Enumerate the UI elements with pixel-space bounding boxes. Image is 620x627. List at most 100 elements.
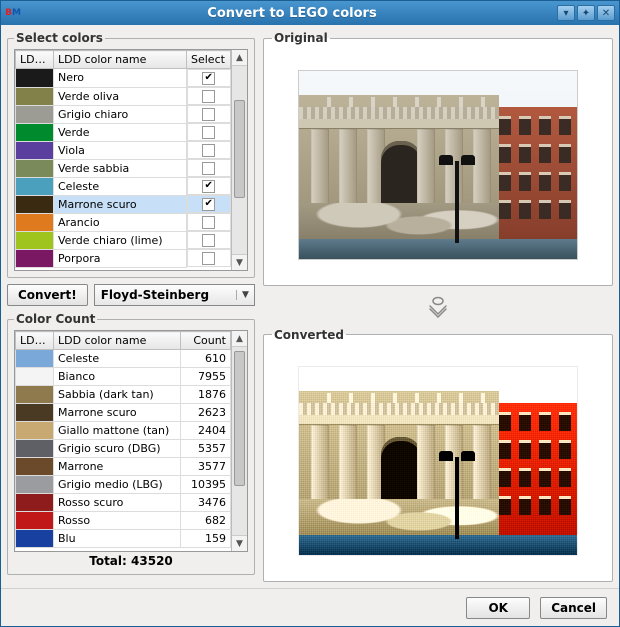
scroll-down-icon[interactable]: ▼ — [232, 254, 247, 270]
table-row[interactable]: Sabbia (dark tan)1876 — [16, 386, 231, 404]
color-name: Marrone scuro — [54, 404, 181, 422]
color-name: Marrone — [54, 458, 181, 476]
convert-button[interactable]: Convert! — [7, 284, 88, 306]
converted-box: Converted — [263, 328, 613, 583]
color-name: Rosso — [54, 512, 181, 530]
color-name: Giallo mattone (tan) — [54, 422, 181, 440]
color-swatch — [16, 105, 54, 123]
color-swatch — [16, 530, 54, 548]
table-row[interactable]: Grigio medio (LBG)10395 — [16, 476, 231, 494]
down-arrow-icon — [263, 294, 613, 320]
close-button[interactable]: ✕ — [597, 5, 615, 21]
color-swatch — [16, 195, 54, 213]
color-name: Verde chiaro (lime) — [54, 231, 187, 249]
ok-button[interactable]: OK — [466, 597, 530, 619]
scroll-down-icon[interactable]: ▼ — [232, 535, 247, 551]
col-ldd[interactable]: LDD... — [16, 332, 54, 350]
select-colors-table[interactable]: LDD ... LDD color name Select Nero✔Verde… — [15, 50, 231, 268]
color-swatch — [16, 494, 54, 512]
window-title: Convert to LEGO colors — [27, 6, 557, 21]
select-checkbox[interactable]: ✔ — [187, 195, 231, 213]
color-name: Blu — [54, 530, 181, 548]
select-checkbox[interactable] — [187, 249, 231, 267]
color-count-table[interactable]: LDD... LDD color name Count Celeste610Bi… — [15, 331, 231, 548]
scroll-up-icon[interactable]: ▲ — [232, 50, 247, 66]
col-name[interactable]: LDD color name — [54, 51, 187, 69]
table-row[interactable]: Rosso682 — [16, 512, 231, 530]
color-name: Nero — [54, 69, 187, 88]
color-swatch — [16, 69, 54, 88]
table-row[interactable]: Grigio scuro (DBG)5357 — [16, 440, 231, 458]
scrollbar[interactable]: ▲ ▼ — [231, 331, 247, 551]
table-row[interactable]: Rosso scuro3476 — [16, 494, 231, 512]
color-swatch — [16, 213, 54, 231]
original-label: Original — [272, 31, 330, 45]
select-checkbox[interactable]: ✔ — [187, 69, 231, 87]
color-count: 682 — [181, 512, 231, 530]
table-row[interactable]: Grigio chiaro — [16, 105, 231, 123]
titlebar[interactable]: BM Convert to LEGO colors ▾ ✦ ✕ — [1, 1, 619, 25]
select-checkbox[interactable] — [187, 141, 231, 159]
select-checkbox[interactable] — [187, 105, 231, 123]
table-row[interactable]: Marrone scuro✔ — [16, 195, 231, 213]
color-name: Celeste — [54, 177, 187, 195]
color-name: Celeste — [54, 350, 181, 368]
cancel-button[interactable]: Cancel — [540, 597, 607, 619]
table-row[interactable]: Giallo mattone (tan)2404 — [16, 422, 231, 440]
chevron-down-icon: ▼ — [236, 290, 254, 300]
color-count: 5357 — [181, 440, 231, 458]
table-row[interactable]: Verde chiaro (lime) — [16, 231, 231, 249]
color-name: Grigio scuro (DBG) — [54, 440, 181, 458]
color-name: Sabbia (dark tan) — [54, 386, 181, 404]
color-count: 2623 — [181, 404, 231, 422]
color-name: Marrone scuro — [54, 195, 187, 213]
select-colors-group: Select colors LDD ... LDD color name Sel… — [7, 31, 255, 278]
color-name: Bianco — [54, 368, 181, 386]
table-row[interactable]: Verde sabbia — [16, 159, 231, 177]
table-row[interactable]: Celeste610 — [16, 350, 231, 368]
dither-select[interactable]: Floyd-Steinberg ▼ — [94, 284, 255, 306]
table-row[interactable]: Viola — [16, 141, 231, 159]
color-count: 3577 — [181, 458, 231, 476]
col-select[interactable]: Select — [187, 51, 231, 69]
maximize-button[interactable]: ✦ — [577, 5, 595, 21]
table-row[interactable]: Marrone3577 — [16, 458, 231, 476]
color-name: Grigio medio (LBG) — [54, 476, 181, 494]
color-swatch — [16, 440, 54, 458]
table-row[interactable]: Verde — [16, 123, 231, 141]
table-row[interactable]: Blu159 — [16, 530, 231, 548]
color-name: Arancio — [54, 213, 187, 231]
table-row[interactable]: Marrone scuro2623 — [16, 404, 231, 422]
color-swatch — [16, 159, 54, 177]
col-count[interactable]: Count — [181, 332, 231, 350]
original-image — [298, 70, 578, 260]
table-row[interactable]: Nero✔ — [16, 69, 231, 88]
select-colors-legend: Select colors — [14, 31, 105, 45]
select-checkbox[interactable] — [187, 213, 231, 231]
select-checkbox[interactable] — [187, 87, 231, 105]
color-swatch — [16, 249, 54, 267]
color-name: Porpora — [54, 249, 187, 267]
select-checkbox[interactable]: ✔ — [187, 177, 231, 195]
col-ldd[interactable]: LDD ... — [16, 51, 54, 69]
select-checkbox[interactable] — [187, 123, 231, 141]
app-icon: BM — [5, 5, 21, 21]
scrollbar[interactable]: ▲ ▼ — [231, 50, 247, 270]
dither-value: Floyd-Steinberg — [95, 288, 236, 302]
color-count: 3476 — [181, 494, 231, 512]
select-checkbox[interactable] — [187, 231, 231, 249]
col-name[interactable]: LDD color name — [54, 332, 181, 350]
select-checkbox[interactable] — [187, 159, 231, 177]
table-row[interactable]: Celeste✔ — [16, 177, 231, 195]
color-swatch — [16, 123, 54, 141]
table-row[interactable]: Arancio — [16, 213, 231, 231]
scroll-up-icon[interactable]: ▲ — [232, 331, 247, 347]
table-row[interactable]: Bianco7955 — [16, 368, 231, 386]
color-name: Verde oliva — [54, 87, 187, 105]
color-name: Viola — [54, 141, 187, 159]
table-row[interactable]: Verde oliva — [16, 87, 231, 105]
minimize-button[interactable]: ▾ — [557, 5, 575, 21]
color-swatch — [16, 87, 54, 105]
table-row[interactable]: Porpora — [16, 249, 231, 267]
color-name: Rosso scuro — [54, 494, 181, 512]
